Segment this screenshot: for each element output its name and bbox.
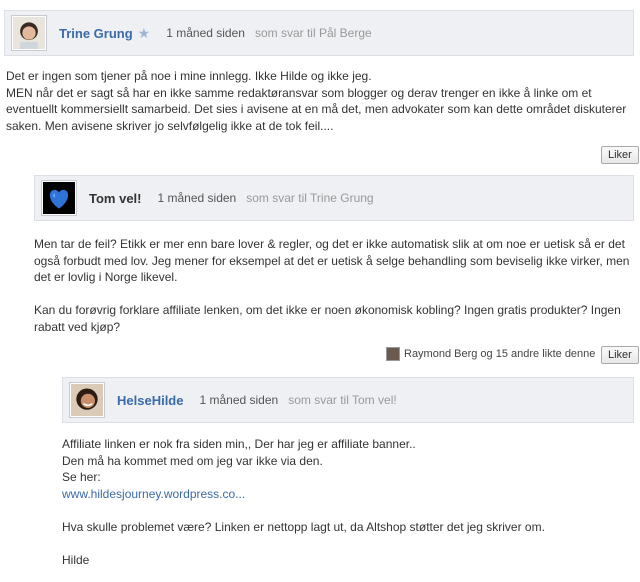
author-name[interactable]: HelseHilde xyxy=(117,393,183,408)
reply-to: som svar til Pål Berge xyxy=(254,26,372,40)
external-link[interactable]: www.hildesjourney.wordpress.co... xyxy=(62,487,245,501)
avatar-trine-icon xyxy=(13,17,45,49)
avatar[interactable] xyxy=(41,180,77,216)
reply-to: som svar til Tom vel! xyxy=(288,393,397,407)
timestamp: 1 måned siden xyxy=(157,191,237,205)
comment-line: Det er ingen som tjener på noe i mine in… xyxy=(6,69,372,83)
star-icon: ★ xyxy=(137,24,151,41)
avatar-hilde-icon xyxy=(71,384,103,416)
timestamp: 1 måned siden xyxy=(166,26,245,40)
comment-line: Den må ha kommet med om jeg var ikke via… xyxy=(62,453,323,468)
comment-header: Trine Grung ★ 1 måned siden som svar til… xyxy=(4,10,634,56)
comment-header: Tom vel! 1 måned siden som svar til Trin… xyxy=(34,175,634,221)
likes-text: Raymond Berg og 15 andre likte denne xyxy=(404,348,596,360)
comment-body: Men tar de feil? Etikk er mer enn bare l… xyxy=(34,236,634,335)
comment-line: Se her: xyxy=(62,470,101,484)
like-button[interactable]: Liker xyxy=(601,346,639,364)
comment-line: saken. Men avisene skriver jo selvfølgel… xyxy=(6,118,334,133)
timestamp: 1 måned siden xyxy=(199,393,279,407)
comment-header: HelseHilde 1 måned siden som svar til To… xyxy=(62,377,634,423)
likes-summary[interactable]: Raymond Berg og 15 andre likte denne xyxy=(386,347,595,361)
comment-signature: Hilde xyxy=(62,552,90,567)
avatar-heart-icon xyxy=(43,182,75,214)
comment-line: Hva skulle problemet være? Linken er net… xyxy=(62,519,545,534)
comment-line: Men tar de feil? Etikk er mer enn bare l… xyxy=(34,237,625,251)
author-name[interactable]: Tom vel! xyxy=(89,191,142,206)
comment-body: Affiliate linken er nok fra siden min,, … xyxy=(62,436,634,568)
avatar[interactable] xyxy=(11,15,47,51)
like-button[interactable]: Liker xyxy=(601,146,639,164)
comment-body: Det er ingen som tjener på noe i mine in… xyxy=(6,68,636,134)
comment-line: Affiliate linken er nok fra siden min,, … xyxy=(62,437,416,451)
comment-line: eventuellt kommersiellt samarbeid. Det s… xyxy=(6,102,627,116)
author-name[interactable]: Trine Grung xyxy=(59,26,133,41)
comment-line: det er lovlig i Norge likevel. xyxy=(34,270,178,284)
liker-avatar-icon xyxy=(386,347,400,361)
avatar[interactable] xyxy=(69,382,105,418)
comment-line: MEN når det er sagt så har en ikke samme… xyxy=(6,85,592,100)
reply-to: som svar til Trine Grung xyxy=(246,191,374,205)
comment-line: Kan du forøvrig forklare affiliate lenke… xyxy=(34,303,621,317)
comment-line: også forbudt med lov. Jeg mener for ekse… xyxy=(34,253,630,268)
comment-line: rabatt ved kjøp? xyxy=(34,319,121,334)
